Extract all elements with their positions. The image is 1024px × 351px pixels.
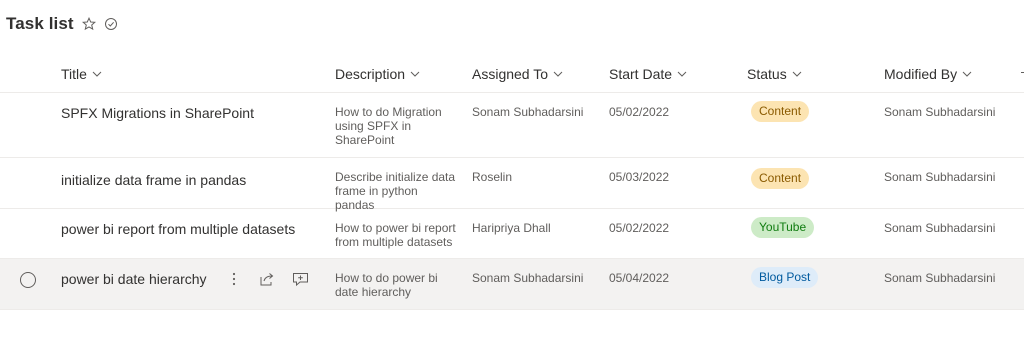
status-badge: Content	[751, 101, 810, 122]
chevron-down-icon	[962, 71, 972, 77]
column-header-label: Start Date	[609, 66, 673, 82]
column-header-row: Title Description Assigned To Start Date…	[0, 54, 1024, 93]
row-description: How to power bi report from multiple dat…	[335, 221, 456, 249]
table-row[interactable]: power bi date hierarchy How to do power …	[0, 259, 1024, 310]
column-header-label: Assigned To	[472, 66, 549, 82]
row-modified-by: Sonam Subhadarsini	[884, 271, 996, 285]
row-title[interactable]: initialize data frame in pandas	[61, 172, 246, 188]
row-modified-by: Sonam Subhadarsini	[884, 170, 996, 184]
share-icon[interactable]	[259, 271, 275, 287]
chevron-down-icon	[677, 71, 687, 77]
checkmark-circle-icon[interactable]	[104, 17, 118, 31]
column-header-start-date[interactable]: Start Date	[609, 66, 687, 82]
column-header-label: Description	[335, 66, 406, 82]
row-start-date: 05/04/2022	[609, 271, 670, 285]
column-header-description[interactable]: Description	[335, 66, 420, 82]
column-header-status[interactable]: Status	[747, 66, 802, 82]
row-select-radio[interactable]	[20, 272, 36, 288]
table-row[interactable]: power bi report from multiple datasets H…	[0, 209, 1024, 259]
chevron-down-icon	[92, 71, 102, 77]
row-start-date: 05/02/2022	[609, 105, 670, 119]
column-header-title[interactable]: Title	[61, 66, 102, 82]
row-description: Describe initialize data frame in python…	[335, 170, 456, 212]
row-assigned-to: Haripriya Dhall	[472, 221, 551, 235]
more-vertical-icon[interactable]	[230, 271, 238, 287]
row-assigned-to: Sonam Subhadarsini	[472, 105, 584, 119]
row-title[interactable]: power bi report from multiple datasets	[61, 221, 295, 237]
column-header-label: Title	[61, 66, 87, 82]
row-description: How to do power bi date hierarchy	[335, 271, 438, 299]
table-row[interactable]: SPFX Migrations in SharePoint How to do …	[0, 93, 1024, 158]
page-title: Task list	[6, 14, 74, 33]
column-header-label: Modified By	[884, 66, 958, 82]
row-title[interactable]: power bi date hierarchy	[61, 271, 207, 287]
row-assigned-to: Roselin	[472, 170, 513, 184]
row-title[interactable]: SPFX Migrations in SharePoint	[61, 105, 254, 121]
row-modified-by: Sonam Subhadarsini	[884, 221, 996, 235]
column-header-assigned-to[interactable]: Assigned To	[472, 66, 563, 82]
status-badge: Blog Post	[751, 267, 819, 288]
row-start-date: 05/03/2022	[609, 170, 670, 184]
comment-add-icon[interactable]	[292, 271, 309, 287]
row-assigned-to: Sonam Subhadarsini	[472, 271, 584, 285]
status-badge: Content	[751, 168, 810, 189]
chevron-down-icon	[792, 71, 802, 77]
task-list-grid: Title Description Assigned To Start Date…	[0, 54, 1024, 310]
page-header: Task list	[6, 12, 118, 36]
row-description: How to do Migration using SPFX in ShareP…	[335, 105, 442, 147]
table-row[interactable]: initialize data frame in pandas Describe…	[0, 158, 1024, 212]
column-header-modified-by[interactable]: Modified By	[884, 66, 972, 82]
row-modified-by: Sonam Subhadarsini	[884, 105, 996, 119]
status-badge: YouTube	[751, 217, 815, 238]
chevron-down-icon	[410, 71, 420, 77]
star-icon[interactable]	[81, 17, 96, 31]
row-start-date: 05/02/2022	[609, 221, 670, 235]
column-header-label: Status	[747, 66, 787, 82]
chevron-down-icon	[553, 71, 563, 77]
